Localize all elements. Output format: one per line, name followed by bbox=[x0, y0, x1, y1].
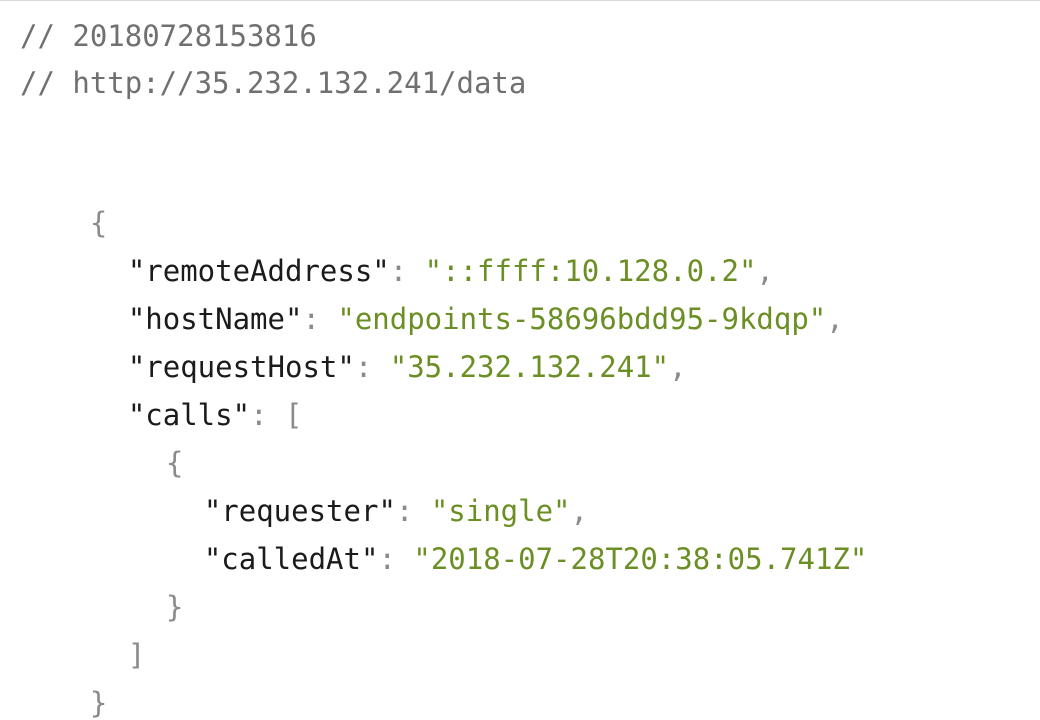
called-at-row: "calledAt": "2018-07-28T20:38:05.741Z" bbox=[20, 493, 867, 576]
comma: , bbox=[826, 302, 844, 336]
host-name-row: "hostName": "endpoints-58696bdd95-9kdqp"… bbox=[20, 253, 844, 336]
request-host-value: "35.232.132.241" bbox=[389, 350, 670, 384]
remote-address-row: "remoteAddress": "::ffff:10.128.0.2", bbox=[20, 205, 774, 288]
root-object-open: { bbox=[20, 157, 107, 240]
colon: : bbox=[354, 350, 390, 384]
root-object-close: } bbox=[20, 637, 107, 720]
colon: : bbox=[378, 542, 414, 576]
calls-array-close: ] bbox=[20, 589, 145, 672]
calls-row: "calls": [ bbox=[20, 349, 303, 432]
requester-row: "requester": "single", bbox=[20, 445, 588, 528]
array-close-bracket: ] bbox=[127, 638, 146, 672]
call-object-open: { bbox=[20, 397, 183, 480]
array-open-bracket: [ bbox=[284, 398, 303, 432]
url-comment: // http://35.232.132.241/data bbox=[20, 66, 527, 100]
request-host-row: "requestHost": "35.232.132.241", bbox=[20, 301, 687, 384]
colon: : bbox=[250, 398, 285, 432]
call-object-close: } bbox=[20, 541, 183, 624]
comma: , bbox=[669, 350, 687, 384]
close-brace: } bbox=[89, 686, 108, 720]
called-at-value: "2018-07-28T20:38:05.741Z" bbox=[413, 542, 868, 576]
called-at-key: "calledAt" bbox=[203, 542, 379, 576]
json-viewer: // 20180728153816 // http://35.232.132.2… bbox=[0, 0, 1040, 720]
call-close-brace: } bbox=[165, 590, 184, 624]
timestamp-comment: // 20180728153816 bbox=[20, 19, 317, 53]
